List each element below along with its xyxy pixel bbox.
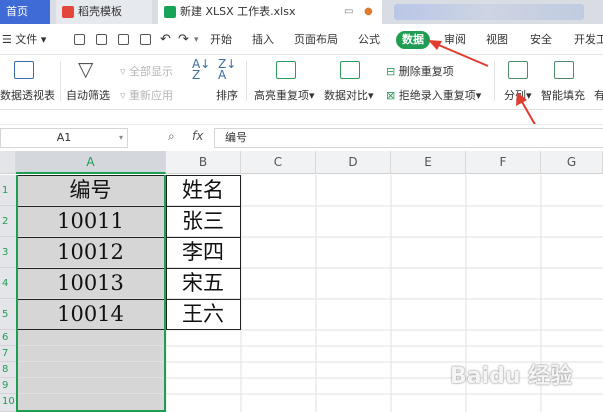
zoom-search-icon[interactable]: ⌕ bbox=[168, 129, 175, 144]
fx-icon[interactable]: fx bbox=[192, 129, 203, 143]
arrowhead-split bbox=[516, 92, 527, 106]
chevron-down-icon: ▾ bbox=[118, 133, 123, 142]
watermark: Baidu 经验 bbox=[450, 364, 573, 389]
arrow-to-data-tab bbox=[433, 42, 489, 67]
formula-bar: A1 ▾ ⌕ fx 编号 bbox=[0, 124, 603, 152]
formula-input[interactable]: 编号 bbox=[214, 128, 603, 148]
name-box[interactable]: A1 ▾ bbox=[0, 128, 128, 148]
